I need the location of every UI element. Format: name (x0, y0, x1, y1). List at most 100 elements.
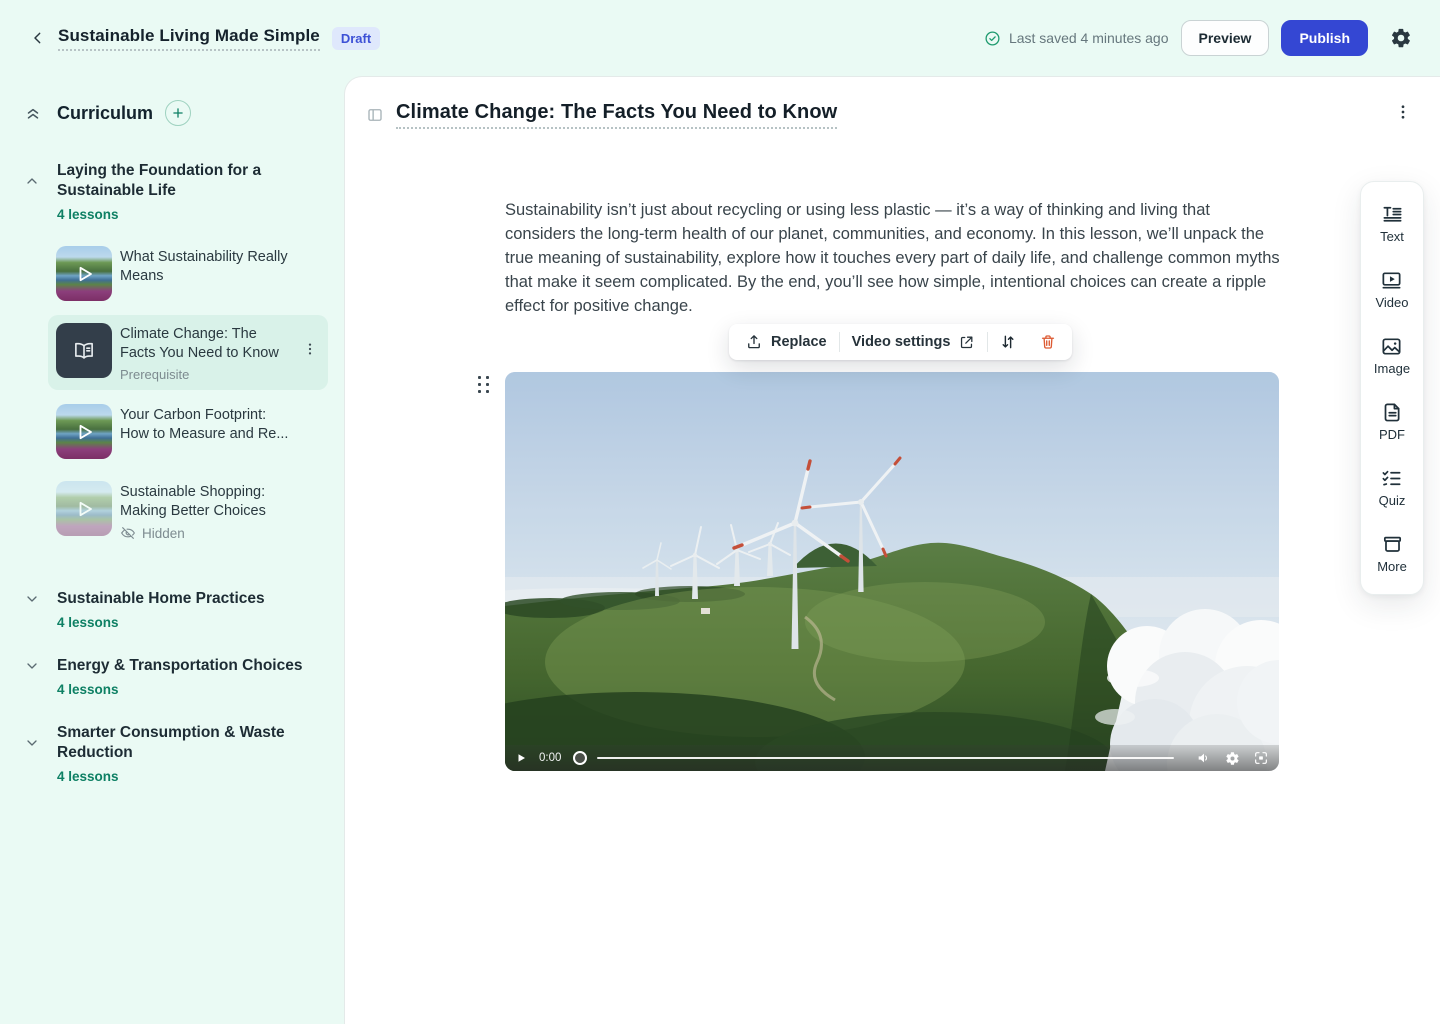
reorder-button[interactable] (988, 324, 1028, 360)
lesson-badge-prerequisite: Prerequisite (120, 367, 296, 382)
gear-icon (1390, 27, 1412, 49)
section-title: Smarter Consumption & Waste Reduction (57, 723, 305, 763)
tool-label: Quiz (1379, 493, 1406, 508)
play-icon (72, 262, 96, 286)
block-drag-handle[interactable] (478, 376, 494, 396)
tool-image[interactable]: Image (1374, 335, 1410, 376)
lesson-item[interactable]: Your Carbon Footprint: How to Measure an… (48, 396, 328, 467)
curriculum-title: Curriculum (57, 103, 153, 124)
play-icon (72, 420, 96, 444)
section-lesson-count: 4 lessons (57, 682, 344, 697)
seek-scrubber[interactable] (573, 751, 587, 765)
section-header[interactable]: Sustainable Home Practices (0, 589, 344, 609)
section-title: Laying the Foundation for a Sustainable … (57, 161, 305, 201)
tool-quiz[interactable]: Quiz (1379, 467, 1406, 508)
last-saved-text: Last saved 4 minutes ago (1009, 30, 1169, 46)
draft-badge: Draft (332, 27, 380, 50)
player-settings-button[interactable] (1225, 751, 1240, 766)
chevron-down-icon (24, 735, 40, 751)
section-lesson-count: 4 lessons (57, 769, 344, 784)
lesson-thumbnail (56, 323, 112, 378)
replace-label: Replace (771, 334, 827, 350)
volume-button[interactable] (1196, 750, 1212, 766)
video-tool-icon (1380, 269, 1403, 292)
swap-arrows-icon (999, 333, 1017, 351)
current-time: 0:00 (539, 752, 561, 764)
progress-track[interactable] (597, 757, 1174, 760)
book-icon (71, 338, 97, 364)
replace-button[interactable]: Replace (733, 324, 839, 360)
video-settings-label: Video settings (852, 334, 951, 350)
volume-icon (1196, 750, 1212, 766)
tool-label: More (1377, 559, 1407, 574)
tool-label: Video (1375, 295, 1408, 310)
back-button[interactable] (24, 24, 52, 52)
tool-label: Text (1380, 229, 1404, 244)
play-icon (72, 497, 96, 521)
lesson-title: Sustainable Shopping: Making Better Choi… (120, 483, 296, 521)
kebab-icon (1394, 103, 1412, 121)
tool-text[interactable]: Text (1380, 203, 1404, 244)
delete-button[interactable] (1028, 324, 1068, 360)
section-header[interactable]: Laying the Foundation for a Sustainable … (0, 161, 344, 201)
plus-icon (171, 106, 185, 120)
video-settings-button[interactable]: Video settings (840, 324, 988, 360)
content-tools-panel: Text Video Image PDF Quiz More (1360, 181, 1424, 595)
curriculum-sidebar: Curriculum Laying the Foundation for a S… (0, 76, 344, 1024)
panel-toggle-button[interactable] (366, 106, 384, 124)
lesson-editor-panel: Climate Change: The Facts You Need to Kn… (344, 76, 1440, 1024)
course-title[interactable]: Sustainable Living Made Simple (58, 26, 320, 51)
hidden-label: Hidden (142, 526, 185, 541)
lesson-item-selected[interactable]: Climate Change: The Facts You Need to Kn… (48, 315, 328, 390)
lesson-page-title[interactable]: Climate Change: The Facts You Need to Kn… (396, 101, 837, 129)
lesson-item[interactable]: What Sustainability Really Means (48, 238, 328, 309)
section-header[interactable]: Energy & Transportation Choices (0, 656, 344, 676)
settings-button[interactable] (1386, 23, 1416, 53)
chevron-up-icon (24, 173, 40, 189)
publish-button[interactable]: Publish (1281, 20, 1368, 56)
lesson-thumbnail (56, 404, 112, 459)
player-gear-icon (1225, 751, 1240, 766)
fullscreen-button[interactable] (1253, 750, 1269, 766)
text-tool-icon (1381, 203, 1404, 226)
lesson-title: What Sustainability Really Means (120, 248, 296, 286)
play-icon (515, 752, 527, 764)
page-kebab-menu[interactable] (1394, 103, 1412, 121)
section-header[interactable]: Smarter Consumption & Waste Reduction (0, 723, 344, 763)
double-chevron-up-icon (24, 104, 42, 122)
lesson-title: Your Carbon Footprint: How to Measure an… (120, 406, 296, 444)
section-lesson-count: 4 lessons (57, 207, 344, 222)
lesson-kebab-menu[interactable] (302, 341, 318, 357)
upload-icon (745, 333, 763, 351)
section-lesson-count: 4 lessons (57, 615, 344, 630)
external-link-icon (958, 334, 975, 351)
preview-button[interactable]: Preview (1181, 20, 1270, 56)
tool-label: PDF (1379, 427, 1405, 442)
tool-more[interactable]: More (1377, 533, 1407, 574)
tool-label: Image (1374, 361, 1410, 376)
eye-off-icon (120, 525, 136, 541)
curriculum-section: Energy & Transportation Choices 4 lesson… (0, 656, 344, 697)
lesson-thumbnail (56, 481, 112, 536)
video-controls-bar: 0:00 (505, 745, 1279, 771)
block-toolbar: Replace Video settings (729, 324, 1072, 360)
chevron-down-icon (24, 591, 40, 607)
quiz-tool-icon (1380, 467, 1403, 490)
fullscreen-icon (1253, 750, 1269, 766)
play-button[interactable] (515, 752, 527, 764)
lesson-thumbnail (56, 246, 112, 301)
add-section-button[interactable] (165, 100, 191, 126)
lesson-intro-paragraph[interactable]: Sustainability isn’t just about recyclin… (505, 198, 1283, 318)
lesson-item-hidden[interactable]: Sustainable Shopping: Making Better Choi… (48, 473, 328, 549)
panel-layout-icon (366, 106, 384, 124)
tool-pdf[interactable]: PDF (1379, 401, 1405, 442)
image-tool-icon (1380, 335, 1403, 358)
collapse-all-button[interactable] (24, 104, 42, 122)
back-chevron-icon (30, 30, 46, 46)
section-title: Energy & Transportation Choices (57, 656, 302, 676)
video-player[interactable]: 0:00 (505, 372, 1279, 771)
wind-farm-video-frame (505, 372, 1279, 771)
tool-video[interactable]: Video (1375, 269, 1408, 310)
lesson-title: Climate Change: The Facts You Need to Kn… (120, 325, 296, 363)
section-title: Sustainable Home Practices (57, 589, 265, 609)
